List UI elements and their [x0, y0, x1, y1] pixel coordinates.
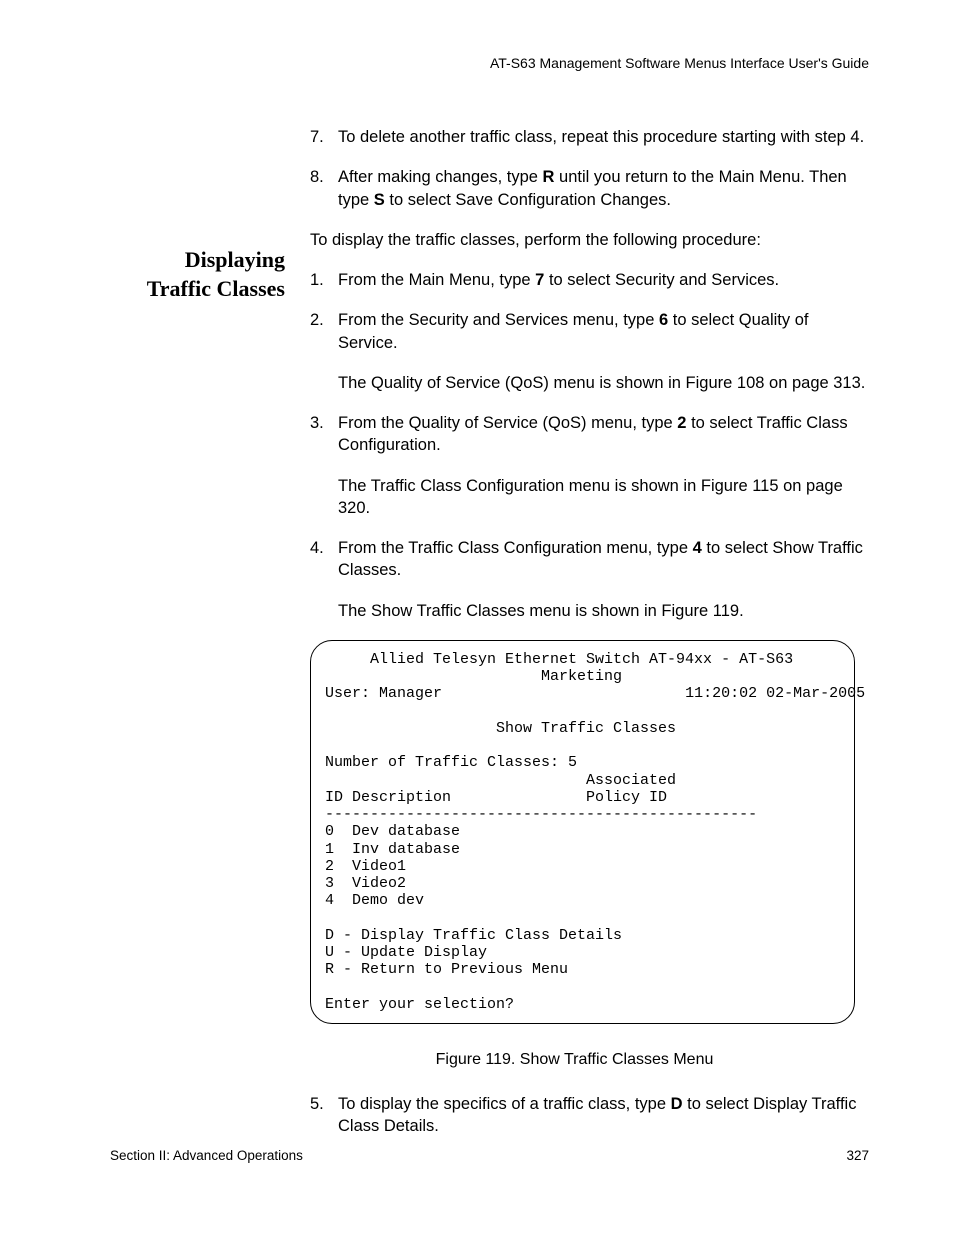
key-7: 7	[535, 271, 544, 289]
term-colhdr2: ID Description Policy ID	[325, 789, 667, 806]
body-column: 7. To delete another traffic class, repe…	[310, 126, 869, 1155]
term-subtitle: Marketing	[325, 668, 622, 685]
term-title: Allied Telesyn Ethernet Switch AT-94xx -…	[325, 651, 793, 668]
terminal-box: Allied Telesyn Ethernet Switch AT-94xx -…	[310, 640, 855, 1024]
step-5: 5. To display the specifics of a traffic…	[310, 1093, 869, 1138]
margin-column: Displaying Traffic Classes	[110, 126, 310, 303]
term-row-3: 3 Video2	[325, 875, 406, 892]
step-number: 3.	[310, 412, 338, 519]
step-number: 8.	[310, 166, 338, 211]
step-2-sub: The Quality of Service (QoS) menu is sho…	[338, 372, 869, 394]
term-colhdr1: Associated	[325, 772, 676, 789]
text-a: From the Traffic Class Configuration men…	[338, 539, 693, 557]
intro-paragraph: To display the traffic classes, perform …	[310, 229, 869, 251]
step-text: To display the specifics of a traffic cl…	[338, 1093, 869, 1138]
step-number: 4.	[310, 537, 338, 622]
term-menu-r: R - Return to Previous Menu	[325, 961, 568, 978]
term-prompt: Enter your selection?	[325, 996, 514, 1013]
step-1: 1. From the Main Menu, type 7 to select …	[310, 269, 869, 291]
step-number: 5.	[310, 1093, 338, 1138]
key-r: R	[543, 168, 555, 186]
step-4-sub: The Show Traffic Classes menu is shown i…	[338, 600, 869, 622]
text-a: From the Main Menu, type	[338, 271, 535, 289]
section-heading: Displaying Traffic Classes	[110, 246, 285, 303]
term-row-4: 4 Demo dev	[325, 892, 424, 909]
footer-section: Section II: Advanced Operations	[110, 1148, 303, 1163]
heading-line2: Traffic Classes	[147, 276, 285, 301]
step-3: 3. From the Quality of Service (QoS) men…	[310, 412, 869, 519]
content-row: Displaying Traffic Classes 7. To delete …	[110, 126, 869, 1155]
term-screen-name: Show Traffic Classes	[325, 720, 676, 737]
text-a: To display the specifics of a traffic cl…	[338, 1095, 671, 1113]
running-header: AT-S63 Management Software Menus Interfa…	[110, 55, 869, 71]
key-s: S	[374, 191, 385, 209]
step-number: 1.	[310, 269, 338, 291]
figure-caption: Figure 119. Show Traffic Classes Menu	[280, 1049, 869, 1071]
term-row-2: 2 Video1	[325, 858, 406, 875]
term-row-0: 0 Dev database	[325, 823, 460, 840]
step-text: To delete another traffic class, repeat …	[338, 126, 869, 148]
step-4: 4. From the Traffic Class Configuration …	[310, 537, 869, 622]
text-a: From the Quality of Service (QoS) menu, …	[338, 414, 677, 432]
term-user: User: Manager	[325, 685, 442, 702]
key-6: 6	[659, 311, 668, 329]
text-b: to select Security and Services.	[544, 271, 779, 289]
page: AT-S63 Management Software Menus Interfa…	[0, 0, 954, 1235]
terminal-figure: Allied Telesyn Ethernet Switch AT-94xx -…	[310, 640, 869, 1024]
step-text: From the Main Menu, type 7 to select Sec…	[338, 269, 869, 291]
term-menu-u: U - Update Display	[325, 944, 487, 961]
step-text: After making changes, type R until you r…	[338, 166, 869, 211]
term-row-1: 1 Inv database	[325, 841, 460, 858]
step-number: 2.	[310, 309, 338, 394]
step-number: 7.	[310, 126, 338, 148]
term-divider: ----------------------------------------…	[325, 806, 757, 823]
key-4: 4	[693, 539, 702, 557]
page-footer: Section II: Advanced Operations 327	[110, 1148, 869, 1163]
term-menu-d: D - Display Traffic Class Details	[325, 927, 622, 944]
text-a: From the Security and Services menu, typ…	[338, 311, 659, 329]
heading-line1: Displaying	[185, 247, 285, 272]
step-2: 2. From the Security and Services menu, …	[310, 309, 869, 394]
step-text: From the Traffic Class Configuration men…	[338, 537, 869, 622]
key-d: D	[671, 1095, 683, 1113]
text-a: After making changes, type	[338, 168, 543, 186]
step-7: 7. To delete another traffic class, repe…	[310, 126, 869, 148]
term-timestamp: 11:20:02 02-Mar-2005	[685, 685, 865, 702]
step-8: 8. After making changes, type R until yo…	[310, 166, 869, 211]
footer-page-number: 327	[846, 1148, 869, 1163]
step-3-sub: The Traffic Class Configuration menu is …	[338, 475, 869, 520]
step-text: From the Quality of Service (QoS) menu, …	[338, 412, 869, 519]
term-count: Number of Traffic Classes: 5	[325, 754, 577, 771]
text-c: to select Save Configuration Changes.	[385, 191, 671, 209]
step-text: From the Security and Services menu, typ…	[338, 309, 869, 394]
